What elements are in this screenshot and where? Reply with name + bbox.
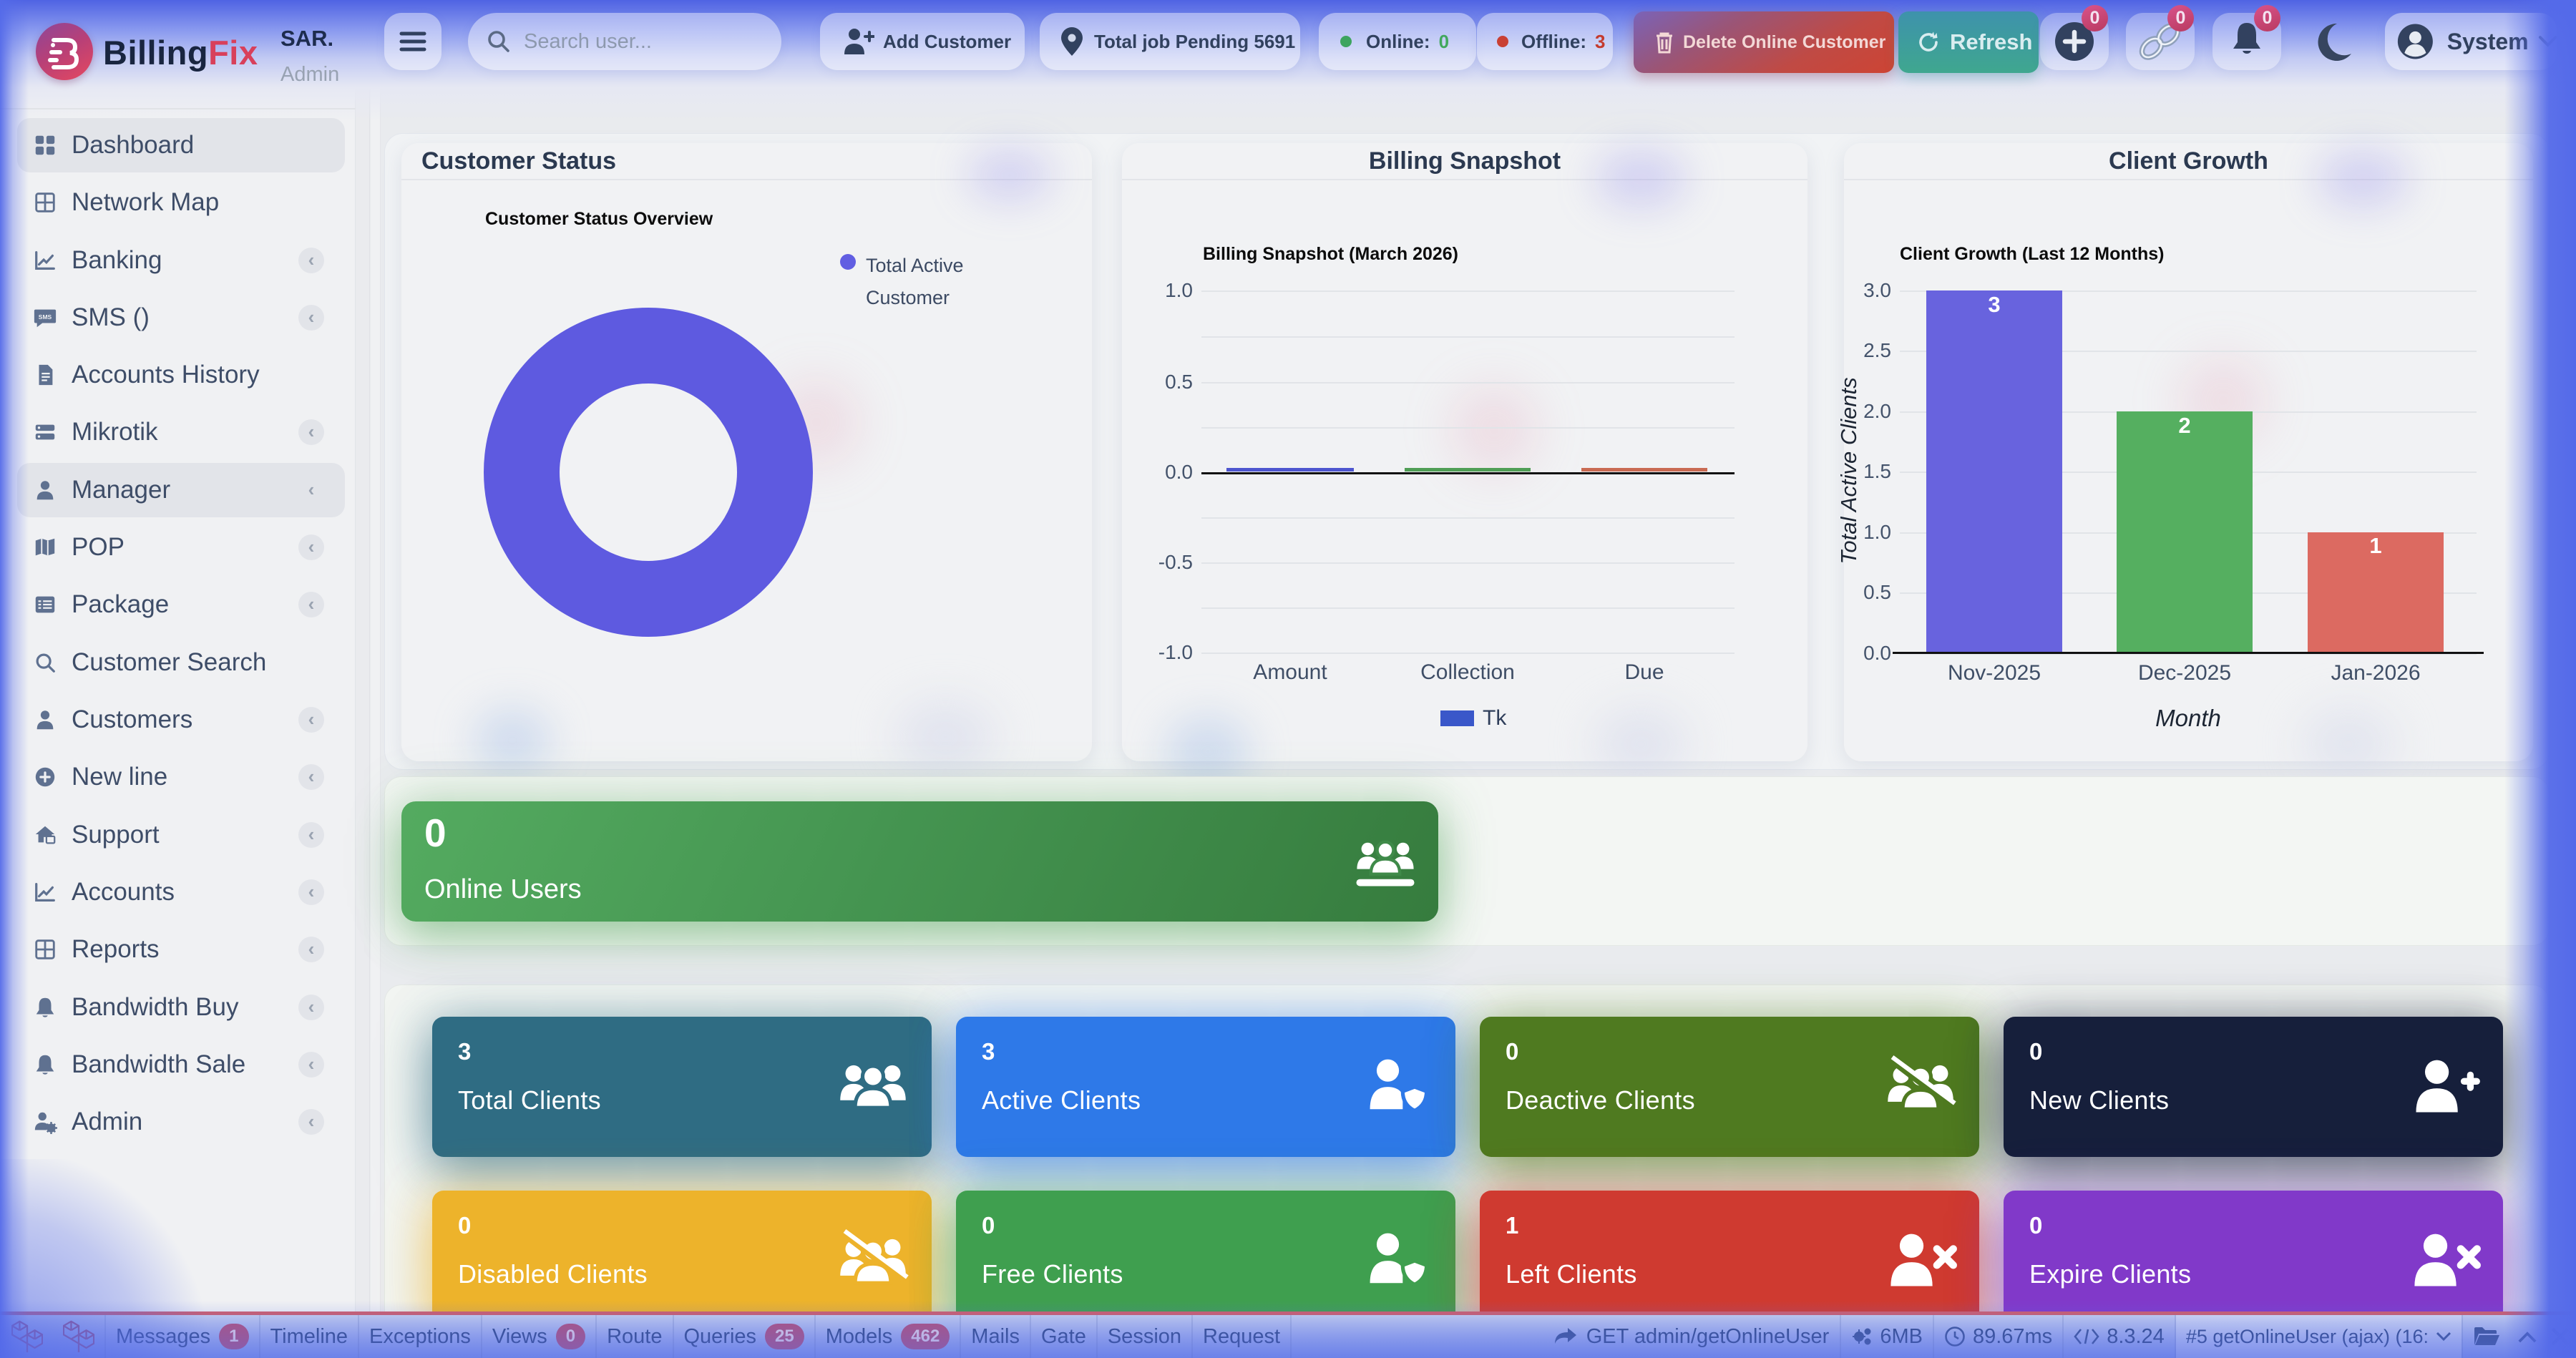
- svg-text:SMS: SMS: [39, 313, 52, 321]
